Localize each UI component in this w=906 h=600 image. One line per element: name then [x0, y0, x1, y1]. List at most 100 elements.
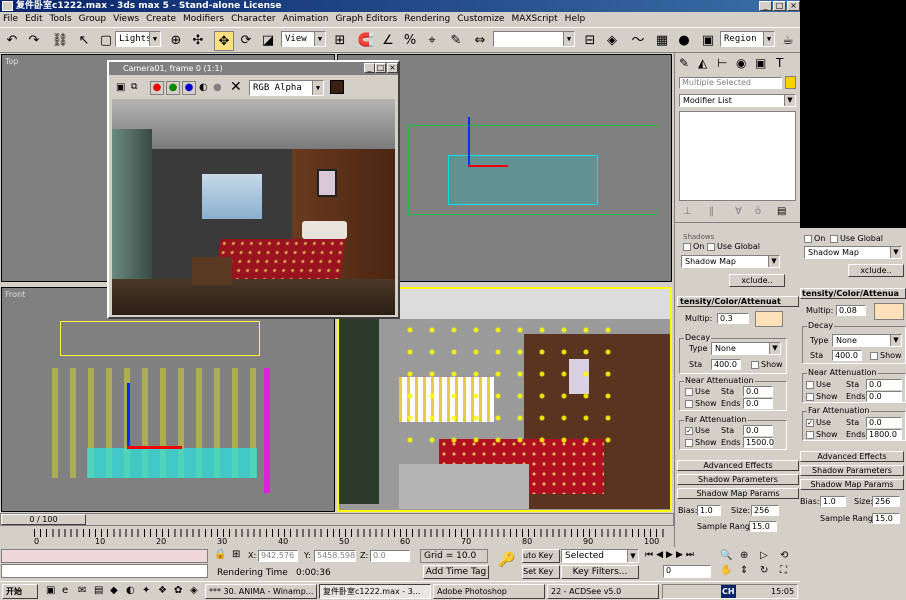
green-channel-icon[interactable]: ● [166, 81, 180, 95]
schematic-icon[interactable]: ▦ [652, 31, 672, 51]
fov-icon[interactable]: ▷ [760, 550, 768, 561]
menu-item-customize[interactable]: Customize [457, 14, 504, 24]
use-global-checkbox[interactable]: Use Global [707, 242, 760, 252]
fp-near-show-checkbox[interactable]: Show [806, 392, 838, 402]
red-channel-icon[interactable]: ● [150, 81, 164, 95]
far-use-checkbox[interactable]: ✓ Use [685, 426, 710, 436]
modify-tab-icon[interactable]: ◭ [698, 56, 707, 70]
menu-item-tools[interactable]: Tools [50, 14, 72, 24]
shadows-on-checkbox[interactable]: On [683, 242, 704, 252]
quicklaunch-media-icon[interactable]: ◐ [126, 585, 135, 596]
remove-modifier-icon[interactable]: ö [755, 206, 761, 217]
mirror-icon[interactable]: ⇔ [470, 31, 490, 51]
select-by-name-icon[interactable]: ⊕ [166, 31, 186, 51]
fp-exclude-button[interactable]: xclude.. [848, 264, 904, 277]
render-close-button[interactable]: × [387, 63, 398, 73]
near-show-checkbox[interactable]: Show [685, 399, 717, 409]
alpha-channel-icon[interactable]: ◐ [199, 82, 208, 93]
fp-near-end-spinner[interactable]: 0.0 [866, 391, 902, 402]
configure-sets-icon[interactable]: ▤ [777, 206, 786, 217]
object-name-field[interactable]: Multiple Selected [679, 77, 782, 89]
fp-size-spinner[interactable]: 256 [872, 496, 900, 507]
decay-type-dropdown[interactable]: None ▼ [711, 342, 781, 355]
quicklaunch-desktop-icon[interactable]: ▣ [46, 585, 55, 596]
pin-stack-icon[interactable]: ⊥ [683, 206, 692, 217]
fp-near-start-spinner[interactable]: 0.0 [866, 379, 902, 390]
task-acdsee[interactable]: 22 - ACDSee v5.0 [547, 584, 659, 599]
blue-channel-icon[interactable]: ● [182, 81, 196, 95]
redo-icon[interactable]: ↷ [24, 31, 44, 51]
playback-controls[interactable]: ⏮◀▶▶⏭ [645, 550, 697, 560]
move-icon[interactable]: ✥ [214, 31, 234, 51]
viewport-top-label[interactable]: Top [5, 57, 19, 66]
clone-icon[interactable]: ⧉ [131, 82, 137, 92]
show-end-result-icon[interactable]: ‖ [709, 206, 714, 217]
select-object-icon[interactable]: ↖ [74, 31, 94, 51]
menu-item-edit[interactable]: Edit [25, 14, 42, 24]
hierarchy-tab-icon[interactable]: ⊢ [717, 56, 727, 70]
bias-spinner[interactable]: 1.0 [697, 505, 721, 516]
menu-item-help[interactable]: Help [565, 14, 586, 24]
auto-key-button[interactable]: uto Key [522, 549, 560, 563]
undo-icon[interactable]: ↶ [2, 31, 22, 51]
select-move-icon[interactable]: ✣ [188, 31, 208, 51]
modifier-list-dropdown[interactable]: Modifier List ▼ [679, 94, 796, 107]
quicklaunch-ie-icon[interactable]: e [62, 585, 68, 596]
menu-item-views[interactable]: Views [113, 14, 139, 24]
layer-icon[interactable]: ◈ [602, 31, 622, 51]
fp-far-use-checkbox[interactable]: ✓ Use [806, 418, 831, 428]
display-tab-icon[interactable]: ▣ [755, 56, 766, 70]
prompt-line[interactable] [1, 564, 208, 578]
make-unique-icon[interactable]: ∀ [735, 206, 742, 217]
selection-filter-dropdown[interactable]: Lights ▼ [115, 31, 161, 47]
near-start-spinner[interactable]: 0.0 [743, 386, 773, 397]
zoom-icon[interactable]: 🔍 [720, 550, 732, 561]
quicklaunch-folder-icon[interactable]: ▤ [94, 585, 103, 596]
far-start-spinner[interactable]: 0.0 [743, 425, 773, 436]
dolly-icon[interactable]: ⇕ [740, 565, 748, 576]
orbit-icon[interactable]: ⟲ [780, 550, 788, 561]
spinner-snap-icon[interactable]: ⌖ [422, 31, 442, 51]
object-color-swatch[interactable] [785, 76, 796, 89]
quicklaunch-outlook-icon[interactable]: ✉ [78, 585, 86, 596]
exclude-button[interactable]: xclude.. [729, 274, 785, 287]
fp-start-spinner[interactable]: 400.0 [832, 350, 862, 361]
menu-item-animation[interactable]: Animation [283, 14, 329, 24]
modifier-stack[interactable] [679, 111, 796, 201]
fp-decay-type-dropdown[interactable]: None ▼ [832, 334, 902, 347]
fp-shadow-params-rollout[interactable]: Shadow Parameters [800, 465, 904, 476]
lock-selection-icon[interactable]: 🔒 [214, 549, 226, 560]
render-type-dropdown[interactable]: Region ▼ [720, 31, 775, 47]
near-end-spinner[interactable]: 0.0 [743, 398, 773, 409]
render-maximize-button[interactable]: □ [375, 63, 386, 73]
scale-icon[interactable]: ◪ [258, 31, 278, 51]
intensity-rollout[interactable]: tensity/Color/Attenuat [677, 296, 799, 307]
fp-use-global-checkbox[interactable]: Use Global [830, 234, 883, 244]
add-time-tag-button[interactable]: Add Time Tag [423, 565, 489, 579]
maxscript-listener[interactable] [1, 549, 208, 563]
time-slider-thumb[interactable]: 0 / 100 [1, 514, 86, 525]
select-link-icon[interactable]: ⛓ [50, 31, 70, 51]
fp-on-checkbox[interactable]: On [804, 234, 825, 244]
maximize-button[interactable]: □ [773, 1, 786, 11]
start-button[interactable]: 开始 [2, 584, 38, 599]
fp-multiplier-spinner[interactable]: 0.08 [836, 305, 866, 316]
motion-tab-icon[interactable]: ◉ [736, 56, 746, 70]
quicklaunch-app2-icon[interactable]: ❖ [158, 585, 167, 596]
set-key-button[interactable]: Set Key [522, 565, 560, 579]
task-photoshop[interactable]: Adobe Photoshop [433, 584, 545, 599]
angle-snap-icon[interactable]: ∠ [378, 31, 398, 51]
key-icon[interactable]: 🔑 [498, 552, 515, 568]
fp-shadow-map-rollout[interactable]: Shadow Map Params [800, 479, 904, 490]
fp-advanced-rollout[interactable]: Advanced Effects [800, 451, 904, 462]
task-3dsmax[interactable]: 复件卧室c1222.max - 3... [319, 584, 431, 599]
absolute-mode-icon[interactable]: ⊞ [232, 549, 240, 560]
percent-snap-icon[interactable]: % [400, 31, 420, 51]
menu-item-graph-editors[interactable]: Graph Editors [335, 14, 397, 24]
x-coord-field[interactable]: 942.576 [258, 550, 298, 562]
material-editor-icon[interactable]: ● [674, 31, 694, 51]
quicklaunch-ps-icon[interactable]: ◆ [110, 585, 118, 596]
coord-system-dropdown[interactable]: View ▼ [281, 31, 326, 47]
minimize-button[interactable]: _ [759, 1, 772, 11]
menu-item-create[interactable]: Create [146, 14, 176, 24]
